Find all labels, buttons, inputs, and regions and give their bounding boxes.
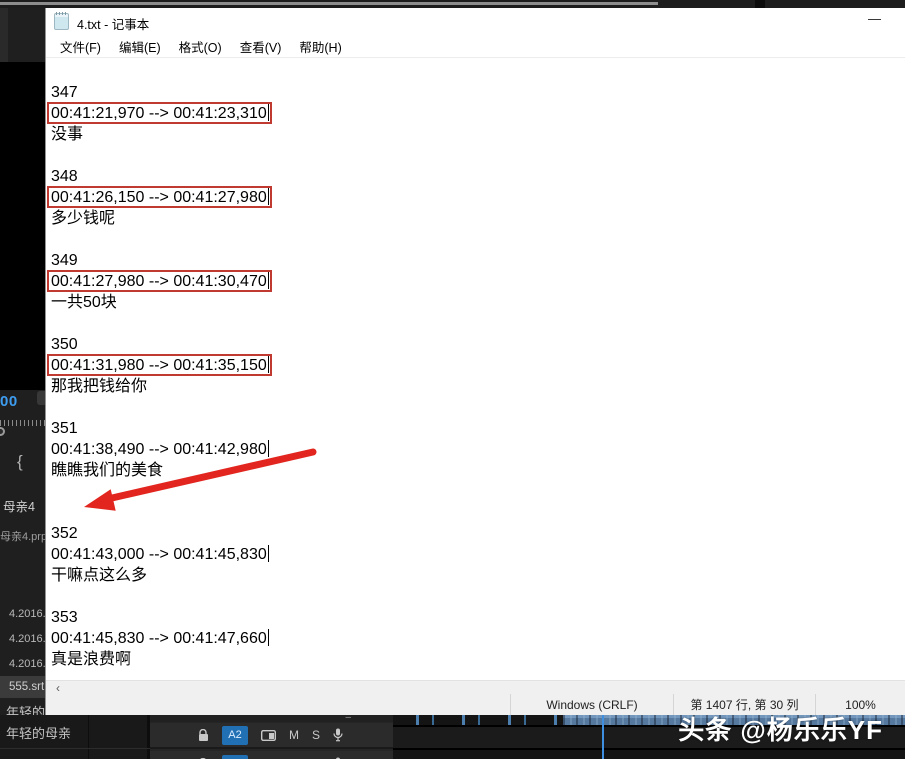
bracket-icon: { [17,452,23,471]
menu-edit[interactable]: 编辑(E) [110,37,170,56]
text-caret [267,188,269,205]
screen: 00 { 母亲4 母亲4.prp 4.2016.1 4.2016.1 4.201… [0,0,905,759]
subtitle-entry: 347 00:41:21,970 --> 00:41:23,310 没事 [51,82,905,145]
subtitle-entry: 349 00:41:27,980 --> 00:41:30,470 一共50块 [51,250,905,313]
track-target-badge[interactable]: A2 [222,725,248,745]
program-monitor [0,62,45,390]
subtitle-text: 一共50块 [51,294,117,311]
zoom-slider-knob-icon[interactable] [0,427,5,436]
subtitle-text: 真是浪费啊 [51,651,132,668]
editor-left-panel: 00 { 母亲4 母亲4.prp 4.2016.1 4.2016.1 4.201… [0,8,52,720]
track-target-badge[interactable]: A3 [222,754,248,759]
timecode-button[interactable] [37,391,45,405]
text-caret [267,356,269,373]
menu-file[interactable]: 文件(F) [51,37,110,56]
mute-button[interactable]: M [289,728,299,742]
subtitle-entry: 352 00:41:43,000 --> 00:41:45,830 干嘛点这么多 [51,523,905,586]
timeline-ruler [0,420,45,426]
subtitle-text: 干嘛点这么多 [51,567,148,584]
menu-view[interactable]: 查看(V) [231,37,291,56]
subtitle-timecodes: 00:41:31,980 --> 00:41:35,150 [51,356,269,374]
window-title: 4.txt - 记事本 [77,18,150,32]
playhead-line[interactable] [602,715,604,759]
minimize-button[interactable]: — [868,11,881,26]
row-divider [0,748,150,749]
subtitle-index: 349 [51,252,78,269]
lane-divider [393,748,905,750]
text-caret [267,629,269,646]
subtitle-entry: 353 00:41:45,830 --> 00:41:47,660 真是浪费啊 [51,607,905,670]
audio-waveform [403,715,563,725]
scrollbar-thumb-icon[interactable] [0,2,658,5]
subtitle-text: 多少钱呢 [51,210,116,227]
subtitle-timecodes: 00:41:45,830 --> 00:41:47,660 [51,629,269,647]
bin-item-selected[interactable]: 555.srt [0,676,45,698]
panel-divider [88,715,89,759]
solo-button[interactable]: S [312,728,320,742]
subtitle-index: 353 [51,609,78,626]
scrollbar-gap [755,0,765,8]
track-header-panel: – A2 M S A3 [150,715,393,759]
microphone-icon[interactable] [333,728,343,742]
subtitle-text: 瞧瞧我们的美食 [51,462,164,479]
subtitle-entry: 351 00:41:38,490 --> 00:41:42,980 瞧瞧我们的美… [51,418,905,481]
track-header-a3: A3 M S [150,751,393,759]
subtitle-text: 那我把钱给你 [51,378,148,395]
subtitle-timecodes: 00:41:43,000 --> 00:41:45,830 [51,545,269,563]
horizontal-scrollbar[interactable]: ‹ [46,680,905,695]
subtitle-text: 没事 [51,126,84,143]
subtitle-index: 351 [51,420,78,437]
notepad-titlebar[interactable]: 4.txt - 记事本 — [46,8,905,35]
subtitle-timecodes: 00:41:27,980 --> 00:41:30,470 [51,272,269,290]
menu-format[interactable]: 格式(O) [170,37,231,56]
text-caret [267,440,269,457]
track-header-a2: A2 M S [150,723,393,749]
sync-lock-icon[interactable] [261,729,276,741]
sequence-tab[interactable]: 母亲4 [3,496,35,515]
notepad-window: 4.txt - 记事本 — 文件(F) 编辑(E) 格式(O) 查看(V) 帮助… [45,8,905,715]
scroll-left-arrow-icon[interactable]: ‹ [56,681,60,695]
menu-bar: 文件(F) 编辑(E) 格式(O) 查看(V) 帮助(H) [46,35,905,58]
text-caret [267,272,269,289]
top-scrollbar[interactable] [0,0,905,8]
clip-item[interactable]: 年轻的母亲 [6,723,71,742]
subtitle-index: 350 [51,336,78,353]
project-file-tab[interactable]: 母亲4.prp [0,528,47,544]
subtitle-timecodes: 00:41:26,150 --> 00:41:27,980 [51,188,269,206]
collapsed-track: – [150,715,393,723]
text-caret [267,545,269,562]
watermark: 头条 @杨乐乐YF [678,715,883,745]
lock-icon[interactable] [198,728,209,742]
text-caret [267,104,269,121]
subtitle-timecodes: 00:41:21,970 --> 00:41:23,310 [51,104,269,122]
subtitle-index: 347 [51,84,78,101]
timecode-display: 00 [0,393,18,410]
subtitle-entry: 350 00:41:31,980 --> 00:41:35,150 那我把钱给你 [51,334,905,397]
subtitle-timecodes: 00:41:38,490 --> 00:41:42,980 [51,440,269,458]
status-line-ending: Windows (CRLF) [510,694,673,715]
notepad-icon [54,12,69,30]
subtitle-index: 348 [51,168,78,185]
subtitle-index: 352 [51,525,78,542]
subtitle-entry: 348 00:41:26,150 --> 00:41:27,980 多少钱呢 [51,166,905,229]
text-editor-area[interactable]: 347 00:41:21,970 --> 00:41:23,310 没事 348… [46,58,905,680]
menu-help[interactable]: 帮助(H) [290,37,350,56]
